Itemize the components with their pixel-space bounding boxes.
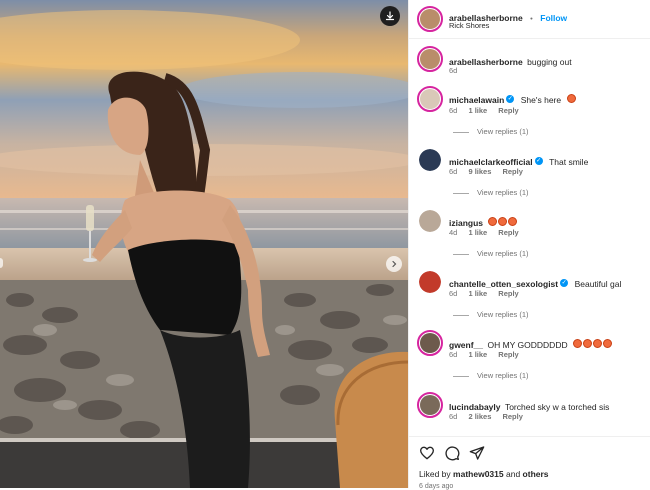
verified-badge-icon: ✓ bbox=[534, 156, 543, 165]
comment-text: Beautiful gal bbox=[574, 279, 622, 289]
comments-panel: arabellasherborne • Follow Rick Shores a… bbox=[408, 0, 650, 490]
liked-by-prefix: Liked by bbox=[419, 469, 451, 479]
commenter-avatar[interactable] bbox=[419, 271, 441, 293]
commenter-avatar[interactable] bbox=[419, 210, 441, 232]
caption-avatar[interactable] bbox=[417, 46, 443, 72]
liked-by-and: and bbox=[505, 469, 521, 479]
comment-likes[interactable]: 1 like bbox=[468, 228, 487, 237]
comment-time[interactable]: 6d bbox=[449, 289, 457, 298]
commenter-avatar[interactable] bbox=[417, 86, 443, 112]
separator-dot: • bbox=[530, 14, 533, 23]
comment-text: She's here bbox=[520, 95, 562, 105]
caption-time[interactable]: 6d bbox=[449, 66, 457, 75]
sunset-beach-photo bbox=[0, 0, 408, 488]
reply-button[interactable]: Reply bbox=[498, 350, 518, 359]
post-age[interactable]: 6 days ago bbox=[419, 483, 453, 490]
carousel-prev-indicator[interactable] bbox=[0, 258, 3, 268]
reply-button[interactable]: Reply bbox=[498, 106, 518, 115]
next-image-button[interactable] bbox=[386, 256, 402, 272]
heart-eyes-emoji-icon bbox=[508, 217, 518, 227]
reply-button[interactable]: Reply bbox=[498, 289, 518, 298]
reply-button[interactable]: Reply bbox=[502, 167, 522, 176]
verified-badge-icon: ✓ bbox=[506, 94, 515, 103]
download-button[interactable] bbox=[380, 6, 400, 26]
paper-plane-icon[interactable] bbox=[469, 445, 485, 461]
post-photo[interactable] bbox=[0, 0, 408, 488]
comment-time[interactable]: 6d bbox=[449, 412, 457, 421]
commenter-username[interactable]: michaelawain bbox=[449, 95, 504, 105]
comment-text: That smile bbox=[549, 157, 589, 167]
commenter-username[interactable]: gwenf__ bbox=[449, 340, 483, 350]
follow-button[interactable]: Follow bbox=[540, 13, 567, 23]
view-replies-button[interactable]: View replies (1) bbox=[453, 127, 529, 136]
caption-text: bugging out bbox=[527, 57, 572, 67]
comment-icon[interactable] bbox=[444, 445, 460, 461]
commenter-username[interactable]: lucindabayly bbox=[449, 402, 501, 412]
comment-time[interactable]: 6d bbox=[449, 167, 457, 176]
comment-likes[interactable]: 2 likes bbox=[468, 412, 491, 421]
comment-text: Torched sky w a torched sis bbox=[504, 402, 610, 412]
view-replies-button[interactable]: View replies (1) bbox=[453, 371, 529, 380]
commenter-avatar[interactable] bbox=[417, 330, 443, 356]
heart-eyes-emoji-icon bbox=[566, 94, 576, 104]
chevron-right-icon bbox=[392, 260, 397, 268]
action-bar bbox=[419, 445, 485, 461]
post-location[interactable]: Rick Shores bbox=[449, 21, 489, 30]
comment-likes[interactable]: 1 like bbox=[468, 350, 487, 359]
heart-eyes-emoji-icon bbox=[593, 339, 603, 349]
post-header: arabellasherborne • Follow Rick Shores bbox=[409, 0, 650, 39]
comment-time[interactable]: 4d bbox=[449, 228, 457, 237]
heart-icon[interactable] bbox=[419, 445, 435, 461]
comment-time[interactable]: 6d bbox=[449, 106, 457, 115]
liked-by-text: Liked by mathew0315 and others bbox=[419, 469, 549, 479]
comment-likes[interactable]: 1 like bbox=[468, 106, 487, 115]
commenter-username[interactable]: iziangus bbox=[449, 218, 483, 228]
download-icon bbox=[385, 11, 395, 21]
heart-eyes-emoji-icon bbox=[488, 217, 498, 227]
commenter-avatar[interactable] bbox=[417, 392, 443, 418]
post-footer: Liked by mathew0315 and others 6 days ag… bbox=[409, 436, 650, 490]
comment-likes[interactable]: 1 like bbox=[468, 289, 487, 298]
comment-time[interactable]: 6d bbox=[449, 350, 457, 359]
reply-button[interactable]: Reply bbox=[502, 412, 522, 421]
view-replies-button[interactable]: View replies (1) bbox=[453, 249, 529, 258]
heart-eyes-emoji-icon bbox=[573, 339, 583, 349]
view-replies-button[interactable]: View replies (1) bbox=[453, 188, 529, 197]
liked-by-user[interactable]: mathew0315 bbox=[453, 469, 504, 479]
commenter-username[interactable]: michaelclarkeofficial bbox=[449, 157, 533, 167]
comment-likes[interactable]: 9 likes bbox=[468, 167, 491, 176]
heart-eyes-emoji-icon bbox=[583, 339, 593, 349]
view-replies-button[interactable]: View replies (1) bbox=[453, 310, 529, 319]
commenter-avatar[interactable] bbox=[419, 149, 441, 171]
author-avatar[interactable] bbox=[417, 6, 443, 32]
comment-text: OH MY GODDDDDD bbox=[487, 340, 568, 350]
verified-badge-icon: ✓ bbox=[560, 278, 569, 287]
heart-eyes-emoji-icon bbox=[603, 339, 613, 349]
liked-by-others[interactable]: others bbox=[523, 469, 549, 479]
heart-eyes-emoji-icon bbox=[498, 217, 508, 227]
commenter-username[interactable]: chantelle_otten_sexologist bbox=[449, 279, 558, 289]
reply-button[interactable]: Reply bbox=[498, 228, 518, 237]
